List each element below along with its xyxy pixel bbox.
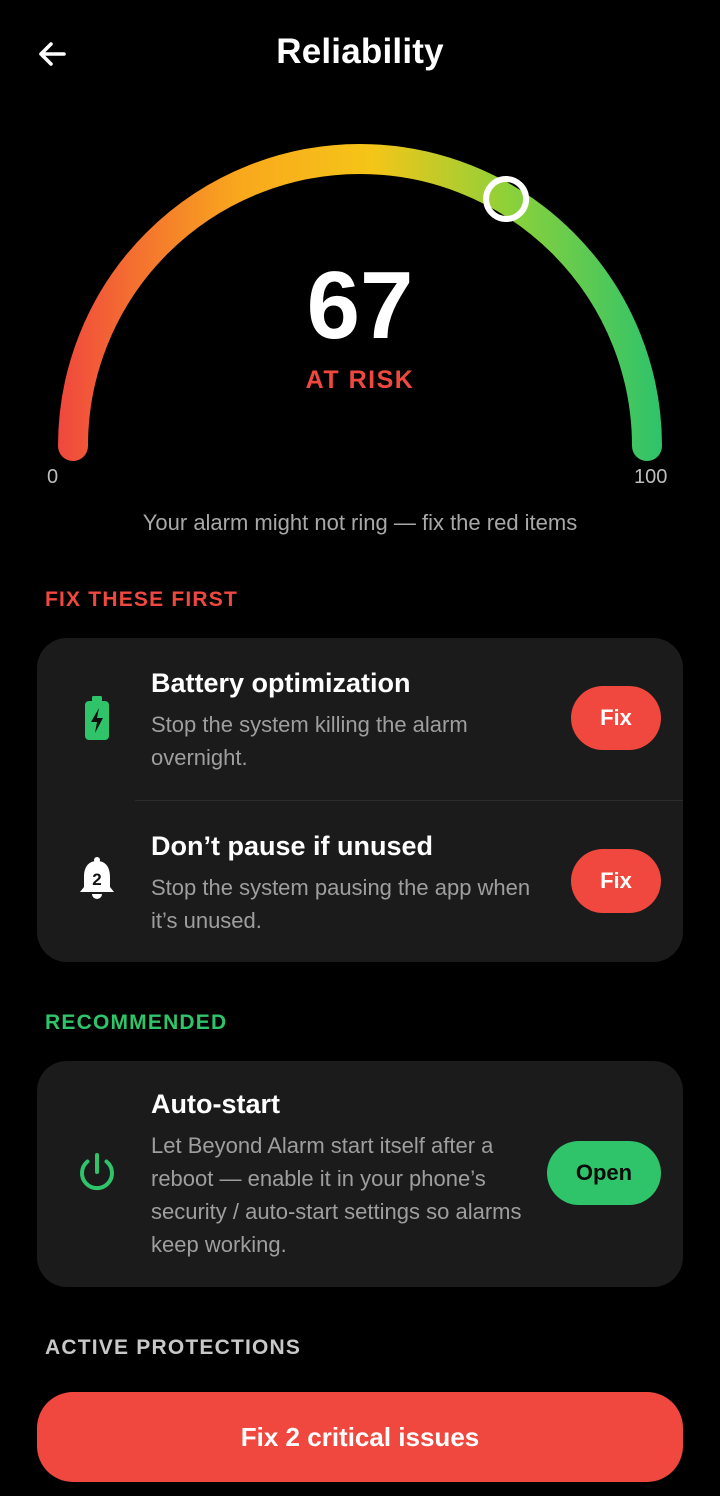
- gauge-min-label: 0: [47, 466, 59, 488]
- item-title: Battery optimization: [151, 668, 411, 698]
- reliability-score: 67: [306, 252, 414, 359]
- recommended-card: Auto-start Let Beyond Alarm start itself…: [37, 1061, 683, 1287]
- section-label-recommended: RECOMMENDED: [45, 1011, 228, 1034]
- list-item-dont-pause-if-unused[interactable]: 2 Don’t pause if unused Stop the system …: [37, 801, 683, 962]
- critical-issues-card: Battery optimization Stop the system kil…: [37, 638, 683, 962]
- list-item-auto-start[interactable]: Auto-start Let Beyond Alarm start itself…: [37, 1061, 683, 1287]
- item-title: Auto-start: [151, 1089, 280, 1119]
- power-icon: [75, 1149, 119, 1197]
- gauge-max-label: 100: [634, 466, 668, 488]
- page-title: Reliability: [276, 32, 444, 71]
- section-label-fix-first: FIX THESE FIRST: [45, 588, 239, 611]
- item-title: Don’t pause if unused: [151, 831, 434, 861]
- item-description: Let Beyond Alarm start itself after a re…: [151, 1133, 522, 1257]
- section-label-active-protections: ACTIVE PROTECTIONS: [45, 1336, 302, 1359]
- item-description: Stop the system pausing the app when it’…: [151, 875, 531, 933]
- fix-pause-button[interactable]: Fix: [571, 849, 661, 913]
- gauge-caption: Your alarm might not ring — fix the red …: [142, 510, 578, 535]
- list-item-battery-optimization[interactable]: Battery optimization Stop the system kil…: [37, 638, 683, 800]
- fix-critical-issues-button[interactable]: Fix 2 critical issues: [37, 1392, 683, 1482]
- bell-badge-icon: 2: [75, 855, 119, 903]
- item-description: Stop the system killing the alarm overni…: [151, 712, 468, 770]
- battery-charging-icon: [75, 694, 119, 742]
- svg-text:2: 2: [92, 870, 101, 889]
- top-app-bar: Reliability: [0, 0, 720, 110]
- risk-status: AT RISK: [305, 366, 415, 394]
- reliability-gauge: 67 AT RISK 0 100: [0, 120, 720, 540]
- fix-battery-button[interactable]: Fix: [571, 686, 661, 750]
- open-auto-start-button[interactable]: Open: [547, 1141, 661, 1205]
